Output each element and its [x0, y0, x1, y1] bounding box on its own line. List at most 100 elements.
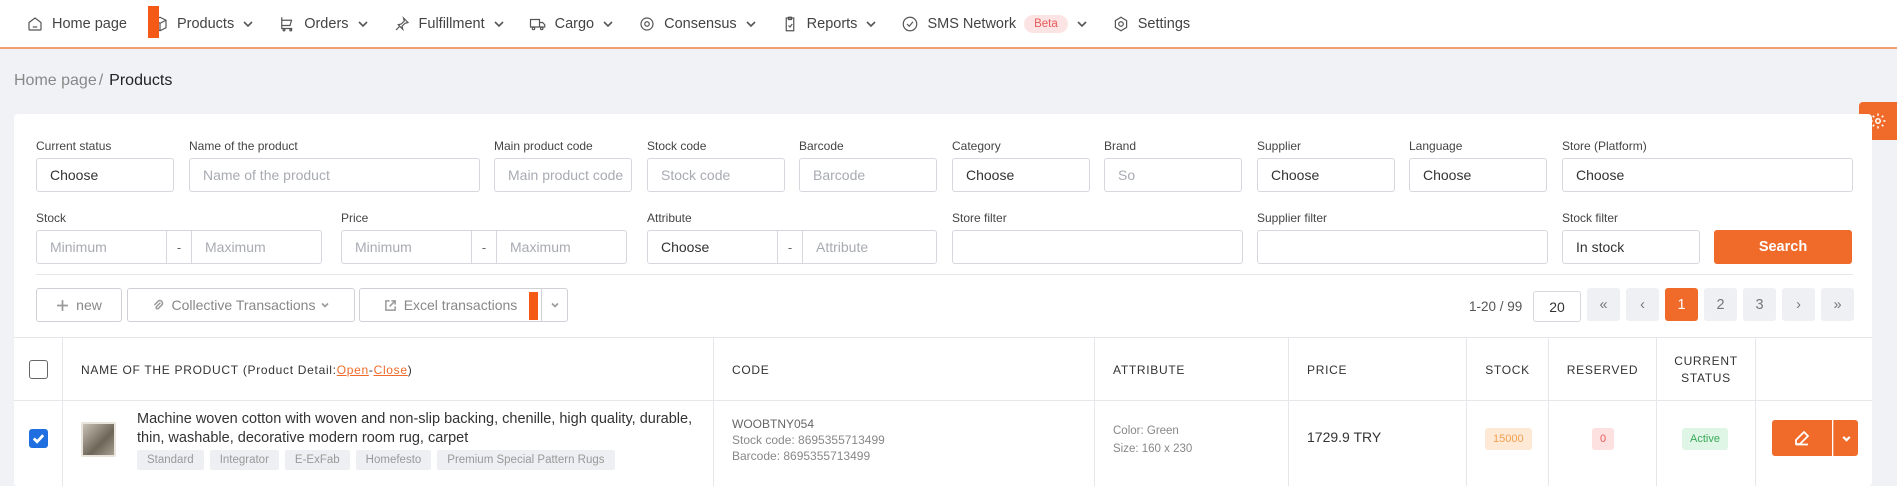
first-page-button[interactable]: « [1587, 288, 1620, 321]
attribute-dash: - [778, 230, 802, 264]
stock-min-input[interactable]: Minimum [36, 230, 167, 264]
stock-range-dash: - [167, 230, 191, 264]
next-page-button[interactable]: › [1782, 288, 1815, 321]
price-label: Price [341, 211, 369, 225]
product-tag: E-ExFab [284, 450, 350, 470]
header-select-cell [14, 338, 63, 402]
top-navigation: Home page Products Orders Fulfillment Ca… [0, 0, 1897, 49]
price-max-input[interactable]: Maximum [496, 230, 627, 264]
nav-consensus-label: Consensus [664, 15, 737, 32]
nav-fulfillment[interactable]: Fulfillment [393, 0, 505, 47]
product-name[interactable]: Machine woven cotton with woven and non-… [137, 410, 697, 448]
product-thumbnail[interactable] [81, 422, 116, 457]
product-tag: Homefesto [355, 450, 432, 470]
price-min-input[interactable]: Minimum [341, 230, 472, 264]
product-tag: Integrator [209, 450, 279, 470]
chevron-down-icon [866, 20, 877, 27]
detail-open-link[interactable]: Open [337, 363, 369, 377]
search-button[interactable]: Search [1714, 230, 1852, 264]
nav-orders-label: Orders [304, 15, 349, 32]
new-button[interactable]: new [36, 288, 122, 322]
col-status-label: CURRENT STATUS [1674, 354, 1738, 385]
main-code-input[interactable]: Main product code [494, 158, 632, 192]
prev-page-button[interactable]: ‹ [1626, 288, 1659, 321]
edit-button[interactable] [1772, 420, 1832, 456]
plus-icon [57, 299, 69, 311]
status-select[interactable]: Choose [36, 158, 174, 192]
col-reserved-label: RESERVED [1566, 363, 1639, 377]
nav-reports[interactable]: Reports [781, 0, 878, 47]
truck-icon [529, 18, 545, 30]
store-filter-input[interactable] [952, 230, 1243, 264]
nav-products-label: Products [176, 15, 235, 32]
nav-home[interactable]: Home page [26, 0, 127, 47]
stock-filter-select[interactable]: In stock [1562, 230, 1700, 264]
language-select[interactable]: Choose [1409, 158, 1547, 192]
excel-dropdown-toggle[interactable] [542, 288, 568, 322]
nav-cargo[interactable]: Cargo [529, 0, 615, 47]
page-2-button[interactable]: 2 [1704, 288, 1737, 321]
nav-products[interactable]: Products [151, 0, 254, 47]
nav-settings[interactable]: Settings [1112, 0, 1190, 47]
barcode-input[interactable]: Barcode [799, 158, 937, 192]
page-3-button[interactable]: 3 [1743, 288, 1776, 321]
col-stock-label: STOCK [1485, 363, 1530, 377]
detail-close-link[interactable]: Close [374, 363, 408, 377]
code-block: WOOBTNY054 Stock code: 8695355713499 Bar… [732, 416, 885, 464]
row-price-cell: 1729.9 TRY [1289, 402, 1467, 486]
supplier-select[interactable]: Choose [1257, 158, 1395, 192]
category-select[interactable]: Choose [952, 158, 1090, 192]
nav-orders[interactable]: Orders [278, 0, 368, 47]
stock-badge: 15000 [1485, 428, 1532, 450]
status-badge: Active [1682, 428, 1728, 450]
price-range-dash: - [472, 230, 496, 264]
nav-sms-network[interactable]: SMS Network Beta [901, 0, 1087, 47]
row-checkbox[interactable] [29, 429, 48, 448]
store-select[interactable]: Choose [1562, 158, 1853, 192]
check-circle-icon [903, 16, 918, 31]
barcode-label: Barcode [799, 139, 844, 153]
stock-code-input[interactable]: Stock code [647, 158, 785, 192]
nav-consensus[interactable]: Consensus [638, 0, 757, 47]
stock-max-input[interactable]: Maximum [191, 230, 322, 264]
chevron-down-icon [550, 302, 559, 308]
stock-filter-label: Stock filter [1562, 211, 1619, 225]
product-name-label: Name of the product [189, 139, 298, 153]
collective-transactions-button[interactable]: Collective Transactions [127, 288, 355, 322]
table-row: Machine woven cotton with woven and non-… [14, 402, 1872, 486]
breadcrumb-home[interactable]: Home page [14, 72, 97, 89]
header-status: CURRENT STATUS [1657, 338, 1756, 402]
pin-icon [395, 15, 409, 31]
brand-input[interactable]: So [1104, 158, 1242, 192]
attribute-select[interactable]: Choose [647, 230, 778, 264]
chevron-down-icon [1077, 20, 1087, 27]
select-all-checkbox[interactable] [29, 360, 48, 379]
row-select-cell [14, 402, 63, 486]
row-attribute-cell: Color: Green Size: 160 x 230 [1095, 402, 1289, 486]
attribute-color: Color: Green [1113, 425, 1179, 437]
main-code-label: Main product code [494, 139, 593, 153]
nav-reports-label: Reports [806, 15, 858, 32]
product-price: 1729.9 TRY [1307, 429, 1382, 445]
attribute-size: Size: 160 x 230 [1113, 443, 1193, 455]
category-label: Category [952, 139, 1001, 153]
actions-dropdown-toggle[interactable] [1833, 420, 1858, 456]
product-tag: Standard [137, 450, 204, 470]
supplier-filter-input[interactable] [1257, 230, 1548, 264]
product-name-input[interactable]: Name of the product [189, 158, 480, 192]
excel-highlight-marker [529, 292, 538, 320]
attribute-value-input[interactable]: Attribute [802, 230, 937, 264]
chevron-down-icon [746, 20, 756, 27]
external-link-icon [384, 299, 396, 311]
last-page-button[interactable]: » [1821, 288, 1854, 321]
detail-prefix: (Product Detail: [242, 363, 337, 377]
language-label: Language [1409, 139, 1463, 153]
page-1-button[interactable]: 1 [1665, 288, 1698, 321]
nav-home-label: Home page [52, 15, 127, 32]
page-size-input[interactable]: 20 [1533, 291, 1581, 322]
excel-transactions-button[interactable]: Excel transactions [359, 288, 542, 322]
chevron-down-icon [494, 20, 504, 27]
product-tags: Standard Integrator E-ExFab Homefesto Pr… [137, 450, 621, 470]
header-attribute: ATTRIBUTE [1095, 338, 1289, 402]
nav-cargo-label: Cargo [554, 15, 595, 32]
